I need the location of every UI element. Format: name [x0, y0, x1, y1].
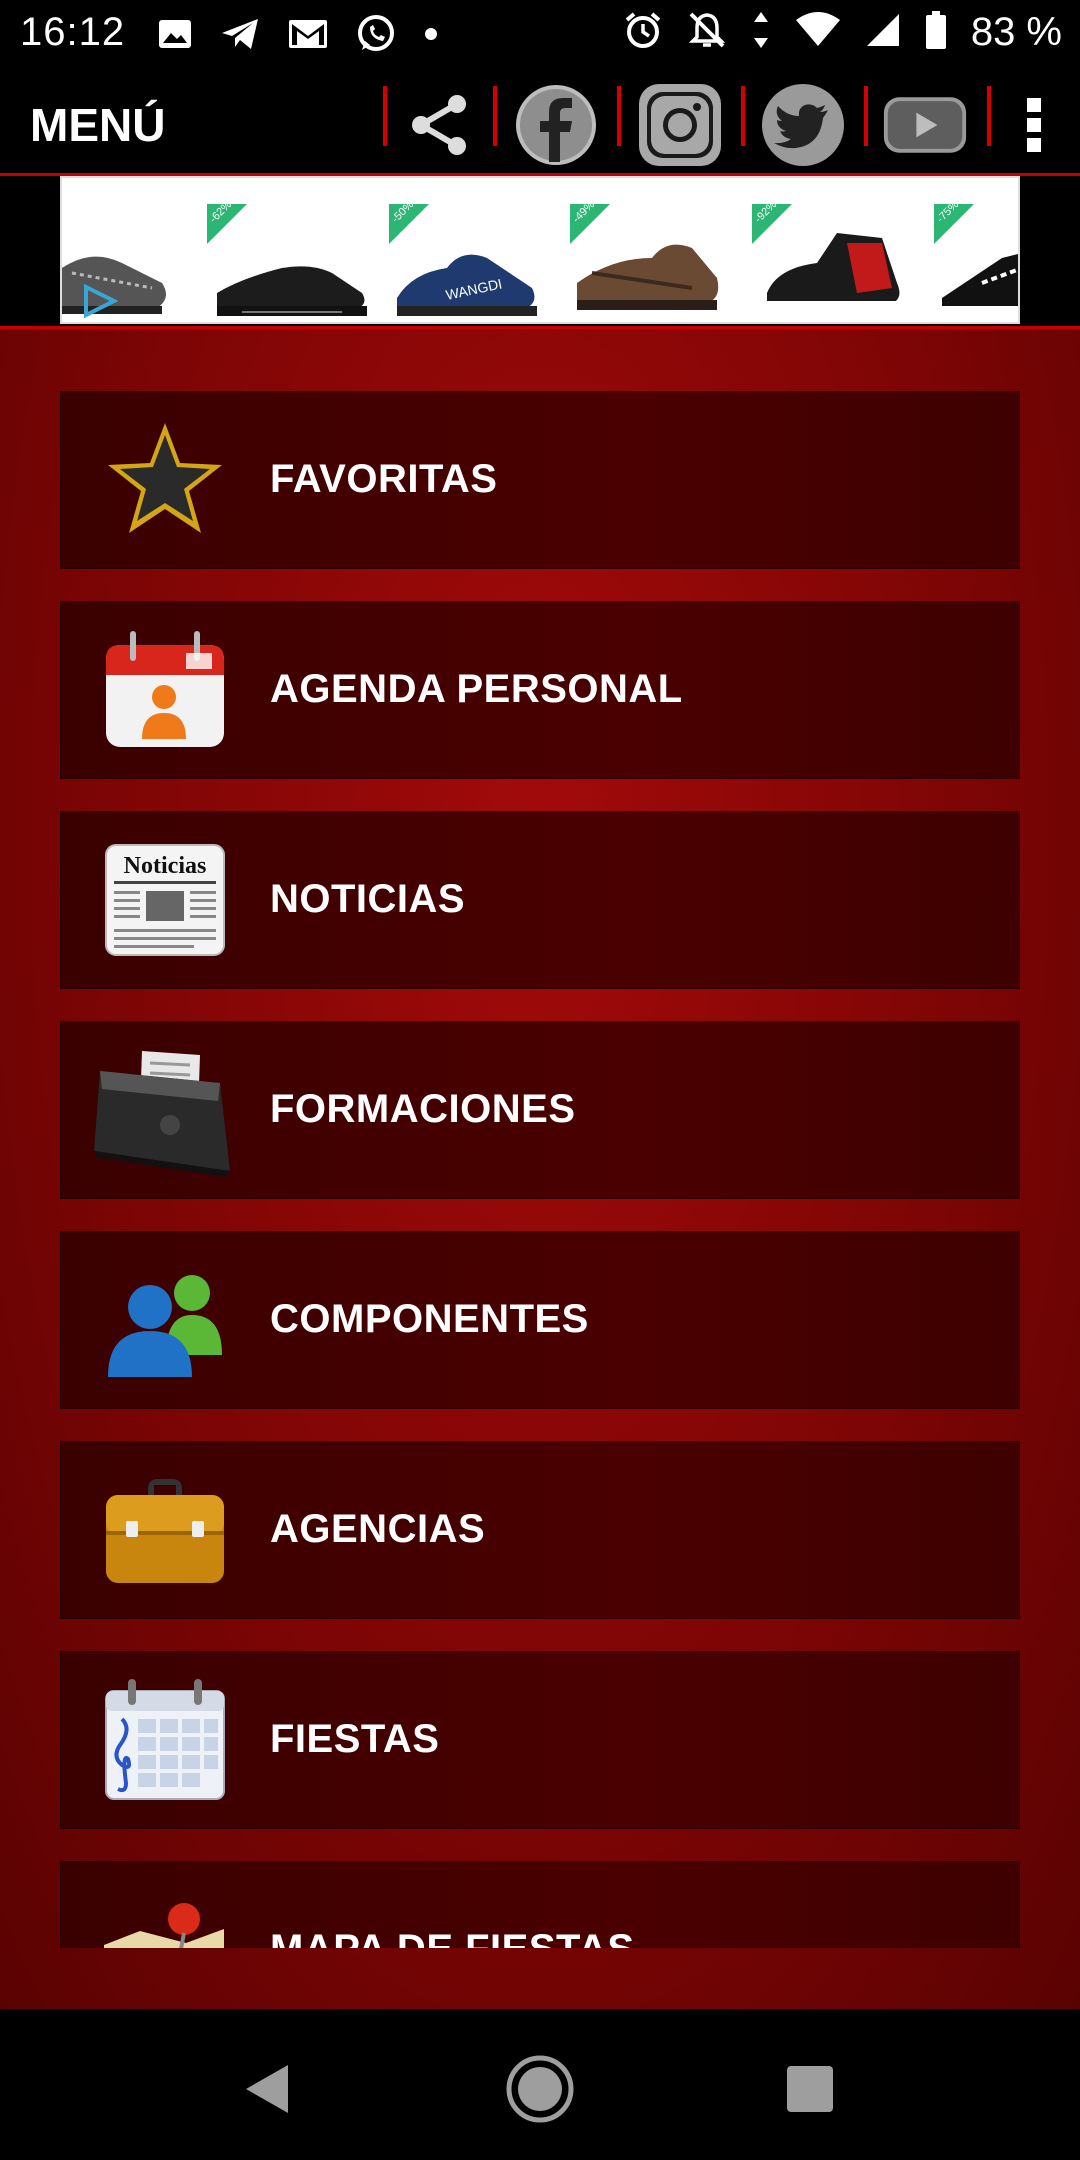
more-vert-icon[interactable] [1004, 82, 1064, 168]
menu-item-label: AGENCIAS [270, 1507, 486, 1551]
menu-item-label: NOTICIAS [270, 877, 466, 921]
notifications-off-icon [687, 10, 727, 55]
menu-item-label: COMPONENTES [270, 1297, 589, 1341]
users-icon [108, 1275, 222, 1377]
menu-item-agencias[interactable]: AGENCIAS [60, 1441, 1020, 1619]
shoe-image [942, 254, 1018, 316]
star-icon [108, 423, 222, 533]
shoe-image: WANGDI [397, 254, 537, 316]
alarm-icon [623, 10, 663, 55]
ad-banner-strip: -62% -50% WANGDI -49% -92% -75% [0, 176, 1080, 328]
youtube-icon[interactable] [882, 82, 968, 168]
telegram-icon [220, 17, 260, 56]
menu-item-label: AGENDA PERSONAL [270, 667, 683, 711]
menu-item-noticias[interactable]: Noticias NOTICIAS [60, 811, 1020, 989]
twitter-icon[interactable] [760, 82, 846, 168]
ad-banner[interactable]: -62% -50% WANGDI -49% -92% -75% [60, 176, 1020, 324]
menu-item-fiestas[interactable]: FIESTAS [60, 1651, 1020, 1829]
map-pin-icon [104, 1903, 224, 1948]
newspaper-icon: Noticias [105, 844, 225, 956]
header-separator [617, 86, 621, 146]
image-icon [158, 19, 192, 54]
menu-item-agenda-personal[interactable]: AGENDA PERSONAL [60, 601, 1020, 779]
music-folder-icon [94, 1051, 230, 1177]
ad-play-icon[interactable] [82, 283, 118, 319]
home-icon[interactable] [505, 2054, 575, 2124]
newspaper-title: Noticias [124, 853, 207, 879]
header-separator [987, 86, 991, 146]
data-arrows-icon [751, 10, 771, 55]
page-title: MENÚ [30, 99, 166, 151]
music-calendar-icon [105, 1679, 225, 1800]
menu-item-formaciones[interactable]: FORMACIONES [60, 1021, 1020, 1199]
battery-percent: 83 % [970, 10, 1062, 54]
header-separator [864, 86, 868, 146]
menu-list[interactable]: FAVORITAS AGENDA PERSONAL Noticias NOTIC… [60, 391, 1020, 1948]
menu-item-label: FAVORITAS [270, 457, 498, 501]
status-bar: 16:12 83 % [0, 0, 1080, 72]
menu-item-label: FIESTAS [270, 1717, 440, 1761]
menu-item-componentes[interactable]: COMPONENTES [60, 1231, 1020, 1409]
menu-item-favoritas[interactable]: FAVORITAS [60, 391, 1020, 569]
signal-icon [865, 12, 901, 53]
recents-icon[interactable] [775, 2054, 845, 2124]
shoe-image [767, 233, 900, 311]
app-header: MENÚ [0, 72, 1080, 174]
instagram-icon[interactable] [637, 82, 723, 168]
menu-item-mapa-de-fiestas[interactable]: MAPA DE FIESTAS [60, 1861, 1020, 1948]
menu-item-label: FORMACIONES [270, 1087, 576, 1131]
calendar-person-icon [106, 631, 224, 747]
facebook-icon[interactable] [513, 82, 599, 168]
header-separator [493, 86, 497, 146]
briefcase-icon [106, 1479, 224, 1583]
status-time: 16:12 [20, 10, 126, 54]
shoe-image [577, 244, 719, 310]
header-separator [741, 86, 745, 146]
menu-background: FAVORITAS AGENDA PERSONAL Noticias NOTIC… [0, 329, 1080, 2009]
header-separator [383, 86, 387, 146]
shoe-image [217, 266, 367, 316]
back-icon[interactable] [232, 2054, 302, 2124]
system-nav-bar [0, 2009, 1080, 2160]
menu-item-label: MAPA DE FIESTAS [270, 1927, 635, 1948]
dot-icon [424, 27, 438, 46]
share-icon[interactable] [397, 82, 483, 168]
battery-icon [925, 10, 947, 55]
whatsapp-icon [356, 14, 396, 59]
wifi-icon [795, 12, 841, 53]
gmail-icon [288, 19, 328, 54]
